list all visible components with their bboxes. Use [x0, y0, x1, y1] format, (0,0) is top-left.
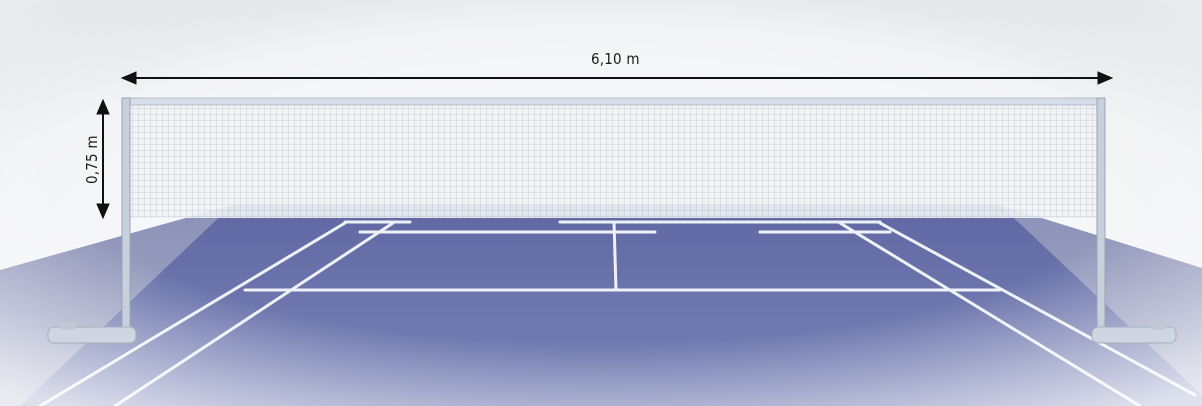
net-top-tape: [122, 97, 1104, 106]
badminton-net-diagram: 6,10 m 0,75 m: [0, 0, 1202, 406]
net-sheen: [126, 101, 1100, 218]
net-height-label: 0,75 m: [83, 135, 101, 184]
net-width-label: 6,10 m: [591, 50, 640, 68]
